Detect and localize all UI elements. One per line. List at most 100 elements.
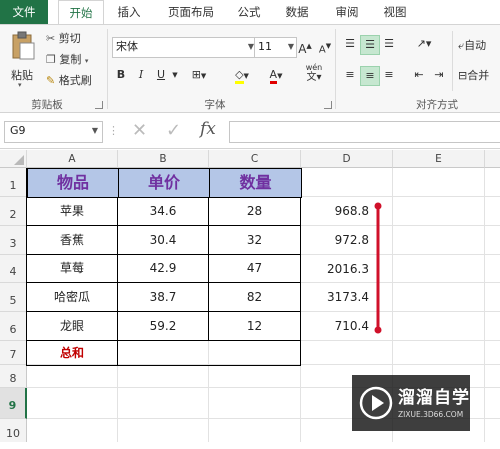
tab-home[interactable]: 开始	[58, 0, 104, 26]
tab-page-layout[interactable]: 页面布局	[160, 0, 222, 24]
column-header-e[interactable]: E	[393, 150, 485, 168]
product-cell[interactable]: 968.8	[301, 197, 377, 226]
cancel-icon[interactable]: ✕	[132, 120, 147, 141]
tab-view[interactable]: 视图	[378, 0, 412, 24]
row-header-3[interactable]: 3	[0, 226, 27, 255]
table-cell[interactable]: 34.6	[118, 197, 209, 226]
row-header-4[interactable]: 4	[0, 255, 27, 283]
row-header-1[interactable]: 1	[0, 168, 27, 197]
italic-button[interactable]: I	[133, 66, 149, 84]
table-cell[interactable]: 59.2	[118, 312, 209, 341]
clipboard-icon	[12, 31, 35, 60]
font-size-select[interactable]: 11 ▼	[254, 37, 297, 58]
row-header-5[interactable]: 5	[0, 283, 27, 312]
name-box-value: G9	[10, 124, 26, 137]
underline-dropdown-icon[interactable]: ▼	[170, 66, 180, 84]
row-header-8[interactable]: 8	[0, 365, 27, 388]
column-header-c[interactable]: C	[209, 150, 301, 168]
merge-center-button[interactable]: ⊟合并	[458, 67, 489, 83]
table-cell[interactable]: 草莓	[27, 255, 118, 283]
wrap-text-button[interactable]: ⤶自动	[458, 37, 486, 53]
align-top-button[interactable]: ☰	[341, 35, 359, 53]
format-painter-button[interactable]: ✎ 格式刷	[46, 72, 92, 88]
product-cell[interactable]: 2016.3	[301, 255, 377, 283]
table-cell[interactable]: 38.7	[118, 283, 209, 312]
select-all-corner[interactable]	[0, 150, 27, 168]
font-name-select[interactable]: 宋体 ▼	[112, 37, 257, 58]
align-center-button[interactable]: ≡	[360, 66, 380, 86]
table-cell[interactable]: 龙眼	[27, 312, 118, 341]
underline-button[interactable]: U	[153, 66, 169, 84]
cut-button[interactable]: ✂ 剪切	[46, 30, 81, 46]
table-header-quantity[interactable]: 数量	[209, 168, 302, 198]
table-cell[interactable]: 香蕉	[27, 226, 118, 255]
phonetic-button[interactable]: wén 文▾	[300, 63, 328, 83]
clipboard-group-label: 剪贴板	[31, 99, 63, 111]
product-cell[interactable]: 710.4	[301, 312, 377, 341]
table-cell[interactable]: 82	[209, 283, 301, 312]
align-bottom-button[interactable]: ☰	[380, 35, 398, 53]
table-cell[interactable]: 哈密瓜	[27, 283, 118, 312]
align-middle-button[interactable]: ☰	[360, 35, 380, 55]
product-cell[interactable]: 3173.4	[301, 283, 377, 312]
copy-label: 复制	[59, 53, 82, 66]
align-right-button[interactable]: ≡	[380, 66, 398, 84]
table-cell[interactable]: 42.9	[118, 255, 209, 283]
column-header-a[interactable]: A	[27, 150, 118, 168]
watermark-url: ZIXUE.3D66.COM	[398, 410, 464, 419]
name-box[interactable]: G9 ▼	[4, 121, 103, 143]
spreadsheet-grid: A B C D E 1 2 3 4 5 6 7 8 9 10 物品 单价 数量 …	[0, 150, 500, 442]
column-header-f[interactable]	[485, 150, 500, 168]
table-cell[interactable]: 47	[209, 255, 301, 283]
chevron-down-icon: ▼	[287, 42, 294, 51]
row-header-2[interactable]: 2	[0, 197, 27, 226]
increase-indent-button[interactable]: ⇥	[430, 66, 448, 84]
insert-function-button[interactable]: fx	[200, 119, 216, 139]
fill-color-button[interactable]: ◇▼	[228, 66, 256, 84]
total-value-cell[interactable]	[118, 341, 301, 366]
tab-insert[interactable]: 插入	[110, 0, 148, 24]
row-header-6[interactable]: 6	[0, 312, 27, 341]
clipboard-launcher-icon[interactable]	[95, 101, 103, 109]
align-right-icon: ≡	[384, 68, 394, 81]
bold-button[interactable]: B	[113, 66, 129, 84]
tab-review[interactable]: 审阅	[330, 0, 364, 24]
format-painter-label: 格式刷	[58, 74, 92, 87]
table-cell[interactable]: 28	[209, 197, 301, 226]
table-cell[interactable]: 30.4	[118, 226, 209, 255]
row-header-9[interactable]: 9	[0, 388, 27, 419]
formula-bar: G9 ▼ ⋮ ✕ ✓ fx	[0, 113, 500, 149]
ribbon: 粘贴 ▾ ✂ 剪切 ❐ 复制 ▾ ✎ 格式刷 剪贴板 宋体 ▼ 11 ▼ A▲ …	[0, 24, 500, 113]
table-cell[interactable]: 12	[209, 312, 301, 341]
align-left-button[interactable]: ≡	[341, 66, 359, 84]
row-header-7[interactable]: 7	[0, 341, 27, 365]
column-header-b[interactable]: B	[118, 150, 209, 168]
formula-input[interactable]	[229, 121, 500, 143]
decrease-indent-button[interactable]: ⇤	[410, 66, 428, 84]
copy-dropdown-icon[interactable]: ▾	[85, 57, 89, 65]
tab-data[interactable]: 数据	[280, 0, 314, 24]
tab-formulas[interactable]: 公式	[232, 0, 266, 24]
font-color-button[interactable]: A▼	[262, 66, 290, 84]
product-cell[interactable]: 972.8	[301, 226, 377, 255]
shrink-font-button[interactable]: A▼	[316, 37, 334, 55]
orientation-button[interactable]: ↗▾	[412, 35, 436, 53]
table-cell[interactable]: 32	[209, 226, 301, 255]
table-header-price[interactable]: 单价	[118, 168, 210, 198]
enter-icon[interactable]: ✓	[166, 120, 181, 141]
fill-bucket-icon: ◇	[235, 68, 244, 84]
grow-font-button[interactable]: A▲	[295, 37, 315, 56]
table-cell[interactable]: 苹果	[27, 197, 118, 226]
row-header-10[interactable]: 10	[0, 419, 27, 442]
borders-button[interactable]: ⊞▼	[186, 66, 212, 84]
table-header-item[interactable]: 物品	[27, 168, 119, 198]
paste-button[interactable]: 粘贴 ▾	[6, 29, 40, 89]
paste-dropdown-icon[interactable]: ▾	[18, 81, 22, 89]
copy-button[interactable]: ❐ 复制 ▾	[46, 51, 88, 67]
tab-file[interactable]: 文件	[0, 0, 48, 24]
font-launcher-icon[interactable]	[324, 101, 332, 109]
total-label-cell[interactable]: 总和	[27, 341, 118, 366]
increase-indent-icon: ⇥	[434, 68, 444, 81]
chevron-down-icon: ▼	[91, 126, 98, 135]
column-header-d[interactable]: D	[301, 150, 393, 168]
